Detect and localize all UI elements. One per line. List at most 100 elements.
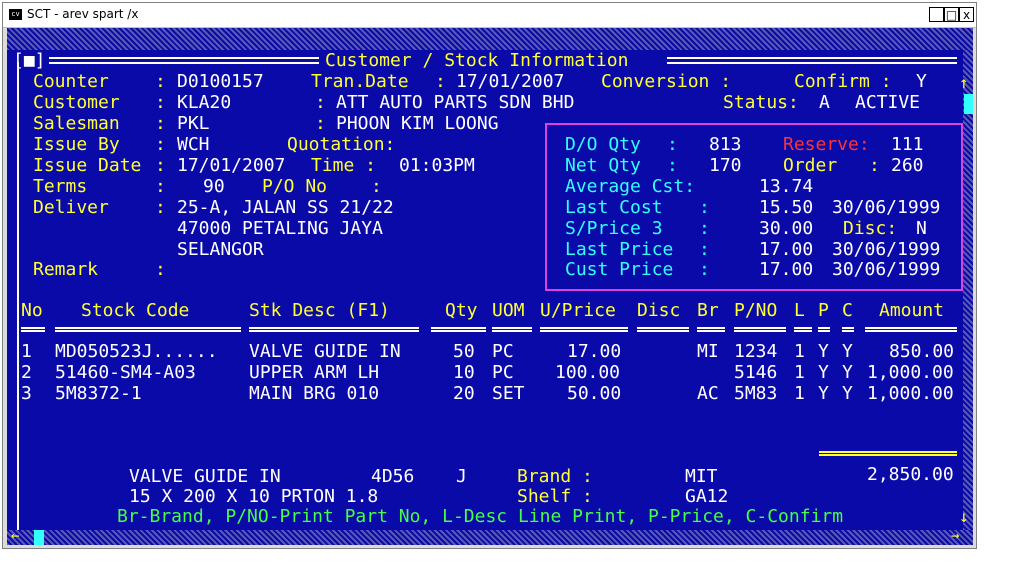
minimize-button[interactable]: _ <box>929 7 944 22</box>
colon: : <box>699 218 710 239</box>
title-bar[interactable]: cv SCT - arev spart /x _ □ x <box>3 3 976 28</box>
horizontal-scrollbar-track[interactable] <box>7 530 973 545</box>
window-menu-box[interactable]: [■] <box>13 50 46 71</box>
row-description[interactable]: MAIN BRG 010 <box>249 383 379 404</box>
colon: : <box>315 92 326 113</box>
detail-flag: J <box>456 466 467 487</box>
last-cost-date: 30/06/1999 <box>832 197 941 218</box>
colon: : <box>155 92 166 113</box>
row-description[interactable]: UPPER ARM LH <box>249 362 379 383</box>
header-rule <box>734 327 786 332</box>
salesman-label: Salesman <box>33 113 120 134</box>
colon: : <box>667 155 678 176</box>
col-header-uom: UOM <box>492 300 525 321</box>
console-screen[interactable]: [■] Customer / Stock Information ↑ ↓ ← →… <box>7 28 973 545</box>
confirm-value: Y <box>916 71 927 92</box>
quotation-label: Quotation: <box>287 134 396 155</box>
colon: : <box>155 176 166 197</box>
header-rule <box>818 327 830 332</box>
col-header-disc: Disc <box>637 300 681 321</box>
col-header-l: L <box>794 300 805 321</box>
row-qty[interactable]: 50 <box>453 341 475 362</box>
vertical-scrollbar-thumb[interactable] <box>964 94 973 114</box>
header-rule <box>55 327 241 332</box>
row-l[interactable]: 1 <box>794 383 805 404</box>
row-description[interactable]: VALVE GUIDE IN <box>249 341 401 362</box>
average-cost-label: Average Cst: <box>565 176 696 197</box>
row-part-no[interactable]: 5M83 <box>734 383 777 404</box>
row-p[interactable]: Y <box>818 383 829 404</box>
col-header-amount: Amount <box>879 300 945 321</box>
remark-label: Remark <box>33 259 99 280</box>
total-amount: 2,850.00 <box>867 464 954 485</box>
row-c[interactable]: Y <box>842 383 853 404</box>
col-header-part-no: P/NO <box>734 300 778 321</box>
row-stock-code[interactable]: 51460-SM4-A03 <box>55 362 196 383</box>
po-label: P/O No <box>262 176 328 197</box>
row-part-no[interactable]: 5146 <box>734 362 777 383</box>
row-uom[interactable]: SET <box>492 383 525 404</box>
order-value: 260 <box>891 155 924 176</box>
colon: : <box>869 155 880 176</box>
header-rule <box>842 327 854 332</box>
reserve-label: Reserve: <box>783 134 870 155</box>
col-header-p: P <box>818 300 829 321</box>
reserve-value: 111 <box>891 134 924 155</box>
row-stock-code[interactable]: 5M8372-1 <box>55 383 142 404</box>
row-l[interactable]: 1 <box>794 362 805 383</box>
header-rule <box>697 327 725 332</box>
colon: : <box>155 197 166 218</box>
horizontal-scrollbar-thumb[interactable] <box>34 530 44 545</box>
issue-by-value: WCH <box>177 134 210 155</box>
row-uom[interactable]: PC <box>492 341 514 362</box>
row-uom[interactable]: PC <box>492 362 514 383</box>
scroll-right-arrow[interactable]: → <box>951 526 959 545</box>
console-app-icon[interactable]: cv <box>9 9 22 20</box>
row-stock-code[interactable]: MD050523J...... <box>55 341 218 362</box>
row-unit-price[interactable]: 17.00 <box>567 341 621 362</box>
vertical-scrollbar-track[interactable] <box>963 50 973 530</box>
deliver-line-2: 47000 PETALING JAYA <box>177 218 383 239</box>
colon: : <box>155 155 166 176</box>
row-part-no[interactable]: 1234 <box>734 341 777 362</box>
deliver-label: Deliver <box>33 197 109 218</box>
row-unit-price[interactable]: 50.00 <box>567 383 621 404</box>
last-cost-label: Last Cost <box>565 197 663 218</box>
maximize-button[interactable]: □ <box>944 7 959 22</box>
time-value: 01:03PM <box>399 155 475 176</box>
colon: : <box>699 197 710 218</box>
col-header-qty: Qty <box>445 300 478 321</box>
row-qty[interactable]: 10 <box>453 362 475 383</box>
last-price-date: 30/06/1999 <box>832 239 941 260</box>
salesman-name: PHOON KIM LOONG <box>336 113 499 134</box>
tran-date-value: 17/01/2007 <box>456 71 565 92</box>
last-price-value: 17.00 <box>759 239 814 260</box>
do-qty-value: 813 <box>709 134 742 155</box>
row-p[interactable]: Y <box>818 341 829 362</box>
scroll-up-arrow[interactable]: ↑ <box>959 72 969 93</box>
console-window: cv SCT - arev spart /x _ □ x [■] Custome… <box>2 2 977 549</box>
detail-code: 4D56 <box>371 466 415 487</box>
row-p[interactable]: Y <box>818 362 829 383</box>
row-qty[interactable]: 20 <box>453 383 475 404</box>
row-brand[interactable]: AC <box>697 383 719 404</box>
row-l[interactable]: 1 <box>794 341 805 362</box>
tran-date-label: Tran.Date <box>311 71 409 92</box>
colon: : <box>155 259 166 280</box>
scroll-down-arrow[interactable]: ↓ <box>959 506 969 527</box>
row-unit-price[interactable]: 100.00 <box>555 362 620 383</box>
do-qty-label: D/O Qty <box>565 134 641 155</box>
row-no: 1 <box>21 341 32 362</box>
row-c[interactable]: Y <box>842 341 853 362</box>
po-colon: : <box>371 176 382 197</box>
console-top-band <box>7 28 973 50</box>
last-price-label: Last Price <box>565 239 674 260</box>
row-brand[interactable]: MI <box>697 341 719 362</box>
selling-price-3-value: 30.00 <box>759 218 814 239</box>
terms-label: Terms <box>33 176 88 197</box>
scroll-left-arrow[interactable]: ← <box>11 526 19 545</box>
disc-label: Disc: <box>843 218 898 239</box>
close-button[interactable]: x <box>959 7 974 22</box>
total-rule <box>819 451 957 456</box>
row-c[interactable]: Y <box>842 362 853 383</box>
